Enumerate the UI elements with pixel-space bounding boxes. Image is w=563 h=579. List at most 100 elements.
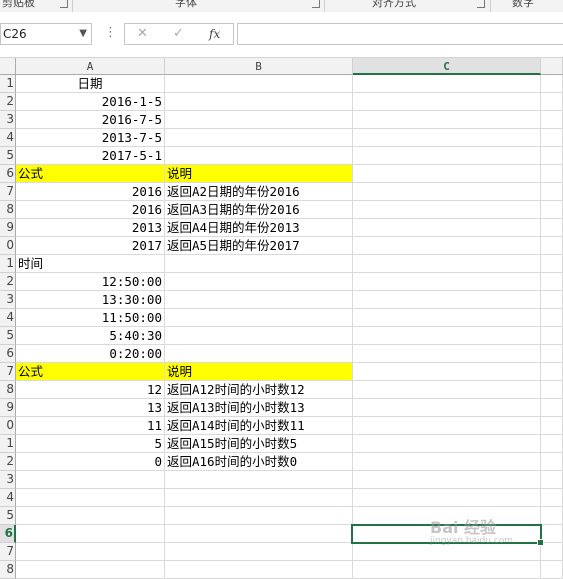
row-header[interactable]: 1: [0, 255, 16, 273]
cell-a[interactable]: 日期: [16, 75, 165, 93]
cell-d[interactable]: [541, 291, 563, 309]
cell-a[interactable]: 2016: [16, 183, 165, 201]
row-header[interactable]: 4: [0, 489, 16, 507]
cell-c[interactable]: [353, 471, 541, 489]
cell-a[interactable]: 13: [16, 399, 165, 417]
select-all-corner[interactable]: [0, 58, 16, 75]
cell-c[interactable]: [353, 273, 541, 291]
cell-c[interactable]: [353, 93, 541, 111]
cell-a[interactable]: 12: [16, 381, 165, 399]
cell-c[interactable]: [353, 183, 541, 201]
row-header[interactable]: 0: [0, 417, 16, 435]
cell-b[interactable]: 返回A5日期的年份2017: [165, 237, 353, 255]
row-header[interactable]: 4: [0, 129, 16, 147]
row-header[interactable]: 6: [0, 345, 16, 363]
cell-d[interactable]: [541, 399, 563, 417]
cell-b[interactable]: [165, 507, 353, 525]
cell-a[interactable]: 11:50:00: [16, 309, 165, 327]
row-header[interactable]: 5: [0, 327, 16, 345]
cell-b[interactable]: [165, 111, 353, 129]
cell-c[interactable]: [353, 327, 541, 345]
cell-a[interactable]: [16, 507, 165, 525]
cell-a[interactable]: 2016-1-5: [16, 93, 165, 111]
cell-a[interactable]: 0:20:00: [16, 345, 165, 363]
cell-a[interactable]: 11: [16, 417, 165, 435]
cell-a[interactable]: 2013: [16, 219, 165, 237]
cell-c[interactable]: [353, 399, 541, 417]
cell-a[interactable]: [16, 561, 165, 579]
clipboard-launcher-icon[interactable]: [60, 0, 68, 8]
cell-a[interactable]: 5:40:30: [16, 327, 165, 345]
cell-c[interactable]: [353, 75, 541, 93]
cell-d[interactable]: [541, 327, 563, 345]
cell-d[interactable]: [541, 255, 563, 273]
row-header[interactable]: 3: [0, 471, 16, 489]
enter-icon[interactable]: ✓: [173, 26, 184, 41]
cell-d[interactable]: [541, 381, 563, 399]
cell-b[interactable]: 返回A4日期的年份2013: [165, 219, 353, 237]
cell-c[interactable]: [353, 291, 541, 309]
cell-a[interactable]: 2013-7-5: [16, 129, 165, 147]
cell-d[interactable]: [541, 525, 563, 543]
cell-d[interactable]: [541, 417, 563, 435]
cell-c[interactable]: [353, 363, 541, 381]
row-header[interactable]: 4: [0, 309, 16, 327]
cell-d[interactable]: [541, 453, 563, 471]
cell-c[interactable]: [353, 417, 541, 435]
row-header[interactable]: 8: [0, 561, 16, 579]
cell-b[interactable]: [165, 291, 353, 309]
cell-c[interactable]: [353, 255, 541, 273]
cell-b[interactable]: [165, 309, 353, 327]
cell-b[interactable]: 返回A2日期的年份2016: [165, 183, 353, 201]
cell-b[interactable]: 返回A15时间的小时数5: [165, 435, 353, 453]
cell-c[interactable]: [353, 147, 541, 165]
column-header-d[interactable]: [541, 58, 563, 75]
cell-c[interactable]: [353, 345, 541, 363]
chevron-down-icon[interactable]: ▼: [79, 28, 87, 39]
cell-b[interactable]: 返回A12时间的小时数12: [165, 381, 353, 399]
row-header[interactable]: 1: [0, 435, 16, 453]
cell-b[interactable]: 返回A13时间的小时数13: [165, 399, 353, 417]
cell-b[interactable]: 返回A16时间的小时数0: [165, 453, 353, 471]
cell-a[interactable]: 公式: [16, 165, 165, 183]
cell-d[interactable]: [541, 309, 563, 327]
cell-c[interactable]: [353, 453, 541, 471]
cell-b[interactable]: 说明: [165, 165, 353, 183]
cell-c[interactable]: [353, 165, 541, 183]
cell-b[interactable]: [165, 147, 353, 165]
cell-b[interactable]: [165, 525, 353, 543]
row-header[interactable]: 1: [0, 75, 16, 93]
row-header[interactable]: 3: [0, 291, 16, 309]
cell-d[interactable]: [541, 129, 563, 147]
cell-b[interactable]: [165, 93, 353, 111]
cell-c[interactable]: [353, 201, 541, 219]
formula-input[interactable]: [237, 23, 563, 45]
cell-c[interactable]: [353, 129, 541, 147]
cell-b[interactable]: 说明: [165, 363, 353, 381]
cell-a[interactable]: 时间: [16, 255, 165, 273]
cell-b[interactable]: [165, 345, 353, 363]
cell-a[interactable]: 2016-7-5: [16, 111, 165, 129]
cell-d[interactable]: [541, 93, 563, 111]
cell-a[interactable]: [16, 471, 165, 489]
cell-a[interactable]: 5: [16, 435, 165, 453]
cell-b[interactable]: [165, 489, 353, 507]
cancel-icon[interactable]: ✕: [137, 26, 148, 41]
cell-c[interactable]: [353, 561, 541, 579]
row-header[interactable]: 7: [0, 543, 16, 561]
cell-a[interactable]: 0: [16, 453, 165, 471]
row-header[interactable]: 6: [0, 165, 16, 183]
cell-c[interactable]: [353, 435, 541, 453]
cell-b[interactable]: [165, 255, 353, 273]
cell-a[interactable]: [16, 543, 165, 561]
cell-d[interactable]: [541, 471, 563, 489]
cell-d[interactable]: [541, 345, 563, 363]
cell-d[interactable]: [541, 363, 563, 381]
cell-d[interactable]: [541, 543, 563, 561]
cell-a[interactable]: 2016: [16, 201, 165, 219]
row-header[interactable]: 9: [0, 399, 16, 417]
cell-c[interactable]: [353, 381, 541, 399]
fill-handle[interactable]: [537, 539, 544, 546]
cell-c[interactable]: [353, 237, 541, 255]
cell-d[interactable]: [541, 111, 563, 129]
